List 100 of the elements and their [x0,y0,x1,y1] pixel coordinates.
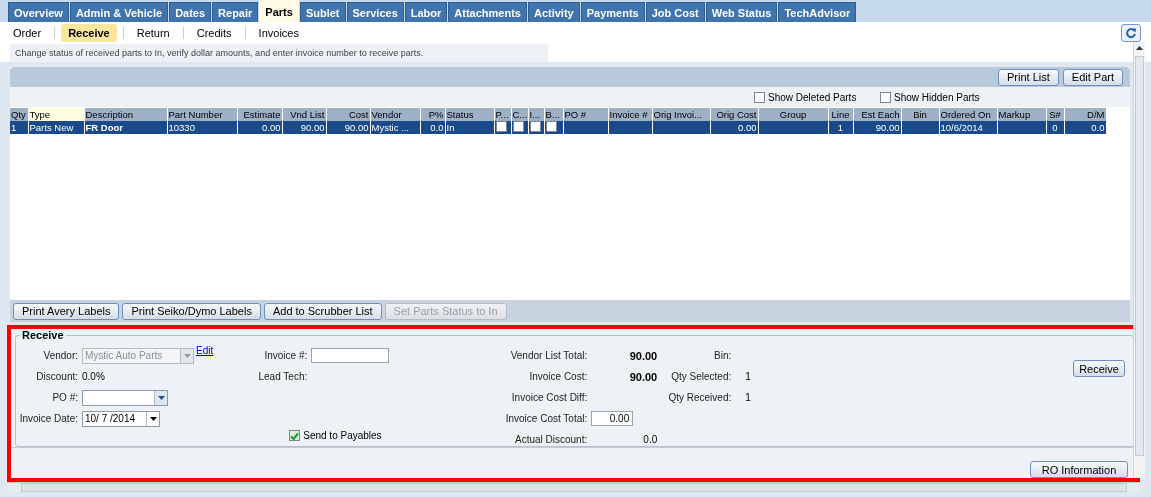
column-header[interactable]: D/M [1064,108,1106,121]
ro-information-button[interactable]: RO Information [1030,461,1128,478]
tab[interactable]: Web Status [705,2,778,22]
subtab[interactable]: Return [129,24,177,42]
field-label: Lead Tech: [257,371,309,382]
field-value: 90.00 [628,370,659,383]
date-picker[interactable]: 10/ 7 /2014 [82,410,160,427]
group-title: Receive [21,329,65,341]
checkbox[interactable] [512,121,524,132]
caret-icon [157,395,165,400]
checkbox[interactable] [529,121,541,132]
tab[interactable]: Overview [8,2,69,22]
column-header[interactable]: Orig Invoi... [652,108,710,121]
toolbar-button[interactable]: Print List [998,68,1059,86]
tab[interactable]: Attachments [448,2,527,22]
caret-icon [183,353,191,358]
field-label: Invoice #: [263,350,309,361]
table-cell: Mystic ... [370,121,420,134]
refresh-button[interactable] [1121,24,1141,42]
table-cell: In [445,121,494,134]
column-header[interactable]: Est Each [853,108,901,121]
po-dropdown[interactable] [82,389,168,406]
tab[interactable]: Repair [212,2,259,22]
field-label: Bin: [713,350,733,361]
arrow-up-icon[interactable] [1136,46,1143,50]
subtab[interactable]: Credits [189,24,239,42]
input-field[interactable]: 0.00 [591,411,634,426]
scrollbar[interactable] [21,483,1127,492]
column-header[interactable]: Description [84,108,167,121]
action-button[interactable]: Print Avery Labels [13,302,120,320]
field-value: 0.0 [642,434,659,445]
refresh-icon [1125,27,1137,39]
table-cell: FR Door [84,121,167,134]
column-header[interactable]: Invoice # [608,108,652,121]
subtab[interactable]: Receive [61,24,117,42]
toolbar-button[interactable]: Edit Part [1062,68,1123,86]
field-label: Discount: [35,371,79,382]
field-label: Qty Selected: [670,371,733,382]
tab[interactable]: Sublet [299,2,346,22]
field-label: Invoice Cost: [528,371,589,382]
tab[interactable]: Payments [580,2,645,22]
field-value: 1 [744,371,751,382]
tab[interactable]: Dates [169,2,212,22]
action-button[interactable]: Add to Scrubber List [263,302,382,320]
column-header[interactable]: Part Number [167,108,237,121]
checkbox[interactable] [880,91,891,103]
field-label: Invoice Cost Diff: [510,392,589,403]
field-value: 1 [744,392,751,403]
table-cell: 10/6/2014 [939,121,997,134]
table-cell: 0.00 [710,121,758,134]
table-cell: 10330 [167,121,237,134]
column-header[interactable]: Cost [326,108,370,121]
column-header[interactable]: Bin [901,108,939,121]
subtab[interactable]: Invoices [251,24,306,42]
table-cell: Parts New [28,121,84,134]
column-header[interactable]: Vendor [370,108,420,121]
checkbox-label: Show Deleted Parts [768,91,857,103]
field-value: 90.00 [628,349,659,362]
table-cell: 90.00 [282,121,326,134]
subtab[interactable]: Order [6,24,49,42]
tab[interactable]: TechAdvisor [778,2,857,22]
tab[interactable]: Parts [259,0,299,22]
checkbox-label: Send to Payables [303,430,382,441]
field-label: Vendor: [42,350,79,361]
field-label: Actual Discount: [513,434,589,445]
column-header[interactable]: Markup [997,108,1046,121]
table-cell: 90.00 [326,121,370,134]
checkbox[interactable] [495,121,507,132]
column-header[interactable]: Ordered On [939,108,997,121]
tab[interactable]: Labor [404,2,448,22]
field-label: Qty Received: [667,392,733,403]
checkbox[interactable] [289,430,301,441]
table-cell: 0.0 [420,121,445,134]
field-label: Invoice Date: [18,413,79,424]
column-header[interactable]: Qty [10,108,28,121]
field-value: 0.0% [82,371,105,382]
column-header[interactable]: Status [445,108,494,121]
tab[interactable]: Admin & Vehicle [69,2,169,22]
column-header[interactable]: PO # [563,108,608,121]
column-header[interactable]: Orig Cost [710,108,758,121]
column-header[interactable]: Line [828,108,853,121]
tab[interactable]: Services [346,2,404,22]
action-button[interactable]: Print Seiko/Dymo Labels [122,302,261,320]
column-header[interactable]: Type [28,108,84,121]
table-cell: 1 [828,121,853,134]
tab[interactable]: Job Cost [645,2,705,22]
checkbox[interactable] [754,91,765,103]
field-label: Invoice Cost Total: [504,413,589,424]
checkbox[interactable] [545,121,557,132]
tab[interactable]: Activity [527,2,580,22]
receive-button[interactable]: Receive [1073,360,1125,377]
column-header[interactable]: Group [758,108,828,121]
column-header[interactable]: Estimate [237,108,282,121]
caret-icon [149,416,157,421]
column-header[interactable]: P% [420,108,445,121]
column-header[interactable]: Vnd List [282,108,326,121]
table-cell: 0.00 [237,121,282,134]
input-field[interactable] [311,348,390,363]
table-cell: 0.0 [1064,121,1106,134]
table-cell: 90.00 [853,121,901,134]
